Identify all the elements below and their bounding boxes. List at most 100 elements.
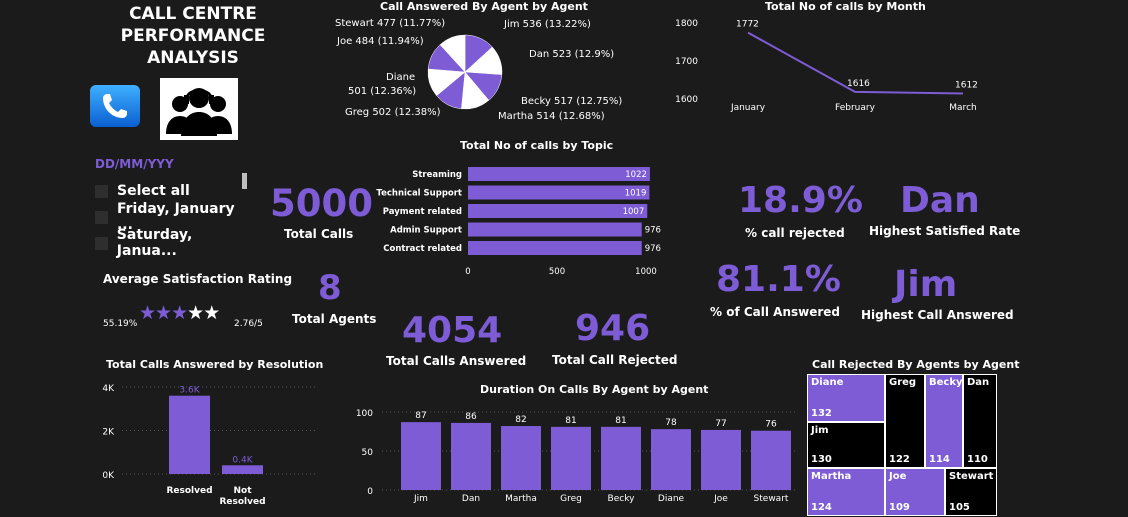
pie-chart: Jim 536 (13.22%) Dan 523 (12.9%) Becky 517… — [335, 18, 622, 122]
duration-bar — [451, 422, 491, 490]
slicer-item-saturday[interactable]: Saturday, Janua... — [95, 227, 255, 259]
data-label: 76 — [765, 420, 777, 430]
topic-bar — [468, 222, 642, 237]
duration-bar — [501, 426, 541, 490]
data-label: 1022 — [625, 170, 647, 180]
x-tick-label: Dan — [462, 494, 480, 504]
rating-score: 2.76/5 — [234, 319, 263, 329]
data-label: 81 — [615, 416, 626, 426]
topic-bar — [468, 204, 648, 218]
checkbox[interactable] — [95, 210, 108, 224]
treemap-label: Joe — [889, 471, 907, 482]
pie-label: Becky 517 (12.75%) — [521, 96, 622, 107]
category-label: Streaming — [412, 170, 462, 180]
category-label: Admin Support — [390, 226, 462, 236]
checkbox[interactable] — [95, 236, 108, 250]
data-label: 78 — [665, 418, 677, 428]
y-tick-label: 0 — [367, 487, 373, 497]
topic-bar-chart: Streaming 1022 Technical Support 1019 Paymen… — [376, 167, 661, 277]
slicer-item-label: Saturday, Janua... — [116, 227, 193, 259]
x-tick-label: Stewart — [754, 494, 789, 504]
x-tick-label: Resolved — [219, 497, 265, 507]
category-label: Technical Support — [376, 189, 462, 199]
line-chart: 1800 1700 1600 1772 January 1616 February 1612 M… — [675, 19, 978, 113]
duration-bar — [751, 430, 791, 490]
treemap-cell: Martha 124 — [807, 468, 885, 516]
data-label: 86 — [465, 412, 477, 422]
y-tick-label: 1700 — [675, 57, 698, 67]
duration-bar — [651, 429, 691, 490]
data-label: 0.4K — [232, 455, 253, 465]
treemap-value: 122 — [889, 454, 910, 465]
treemap-value: 114 — [929, 454, 950, 465]
slicer-item-label: Select all — [117, 183, 190, 199]
pie-label: Joe 484 (11.94%) — [336, 36, 424, 47]
x-tick-label: 500 — [549, 267, 565, 277]
data-label: 1616 — [847, 79, 870, 89]
treemap-chart-title: Call Rejected By Agents by Agent — [812, 358, 1020, 371]
topic-bar — [468, 241, 642, 255]
treemap-cell: Joe 109 — [885, 468, 945, 516]
kpi-rejected-value: 946 — [575, 308, 651, 349]
agents-svg — [166, 88, 232, 136]
x-tick-label: 0 — [465, 267, 470, 277]
checkbox[interactable] — [95, 184, 108, 198]
duration-bar-chart: 100 50 0 87 Jim 86 Dan 82 Martha 81 Greg 81 Becky 78 D… — [356, 409, 795, 504]
data-label: 976 — [645, 244, 661, 254]
y-tick-label: 1800 — [675, 19, 698, 29]
data-label: 3.6K — [179, 386, 200, 396]
treemap-label: Becky — [929, 377, 963, 388]
x-tick-label: February — [835, 103, 876, 113]
duration-bar — [601, 426, 641, 490]
star-icon: ★ — [139, 302, 156, 324]
treemap-value: 109 — [889, 502, 910, 513]
treemap-label: Diane — [811, 377, 844, 388]
pie-label: 501 (12.36%) — [348, 86, 416, 97]
topic-bar — [468, 167, 650, 181]
treemap-label: Greg — [889, 377, 917, 388]
kpi-total-calls-label: Total Calls — [284, 227, 354, 241]
treemap-value: 130 — [811, 454, 832, 465]
duration-bar — [401, 422, 441, 490]
category-label: Payment related — [383, 207, 462, 217]
data-label: 77 — [715, 419, 726, 429]
x-tick-label: Diane — [658, 494, 685, 504]
x-tick-label: Becky — [608, 494, 636, 504]
data-label: 81 — [565, 416, 576, 426]
page-title: CALL CENTRE PERFORMANCE ANALYSIS — [118, 3, 268, 69]
x-tick-label: Joe — [713, 494, 728, 504]
resolution-bar-chart: 4K2K0K3.6KResolved0.4KNotResolved — [102, 384, 315, 507]
data-label: 82 — [515, 415, 526, 425]
x-tick-label: March — [949, 103, 976, 113]
slicer-header: DD/MM/YYY — [95, 157, 174, 171]
y-tick-label: 2K — [102, 428, 115, 438]
pie-label: Dan 523 (12.9%) — [529, 49, 614, 60]
pie-label: Martha 514 (12.68%) — [498, 111, 605, 122]
pie-label: Stewart 477 (11.77%) — [335, 18, 445, 29]
slicer-scrollbar[interactable] — [242, 173, 247, 189]
date-slicer[interactable]: DD/MM/YYY Select all Friday, January ...… — [95, 157, 255, 259]
treemap-label: Jim — [811, 425, 829, 436]
treemap-label: Dan — [967, 377, 990, 388]
data-label: 1007 — [623, 207, 645, 217]
topic-bar — [468, 185, 650, 200]
x-tick-label: January — [730, 103, 766, 113]
kpi-total-agents-label: Total Agents — [292, 312, 377, 326]
kpi-pct-answered-value: 81.1% — [716, 259, 841, 300]
phone-handset-icon — [103, 94, 127, 118]
kpi-top-satisfied-label: Highest Satisfied Rate — [869, 224, 1021, 238]
category-label: Contract related — [383, 244, 462, 254]
data-label: 87 — [415, 411, 426, 421]
star-icon: ★ — [187, 302, 204, 324]
kpi-top-answered-label: Highest Call Answered — [861, 308, 1014, 322]
pie-label: Diane — [386, 72, 415, 83]
kpi-total-calls-value: 5000 — [270, 182, 373, 225]
treemap-cell: Greg 122 — [885, 374, 925, 468]
rating-stars: ★★★★★ — [139, 302, 220, 324]
star-icon: ★ — [203, 302, 220, 324]
headset-agents-icon — [160, 78, 238, 140]
y-tick-label: 50 — [362, 448, 374, 458]
rating-percent: 55.19% — [103, 319, 138, 329]
treemap-value: 110 — [967, 454, 988, 465]
star-icon: ★ — [171, 302, 188, 324]
